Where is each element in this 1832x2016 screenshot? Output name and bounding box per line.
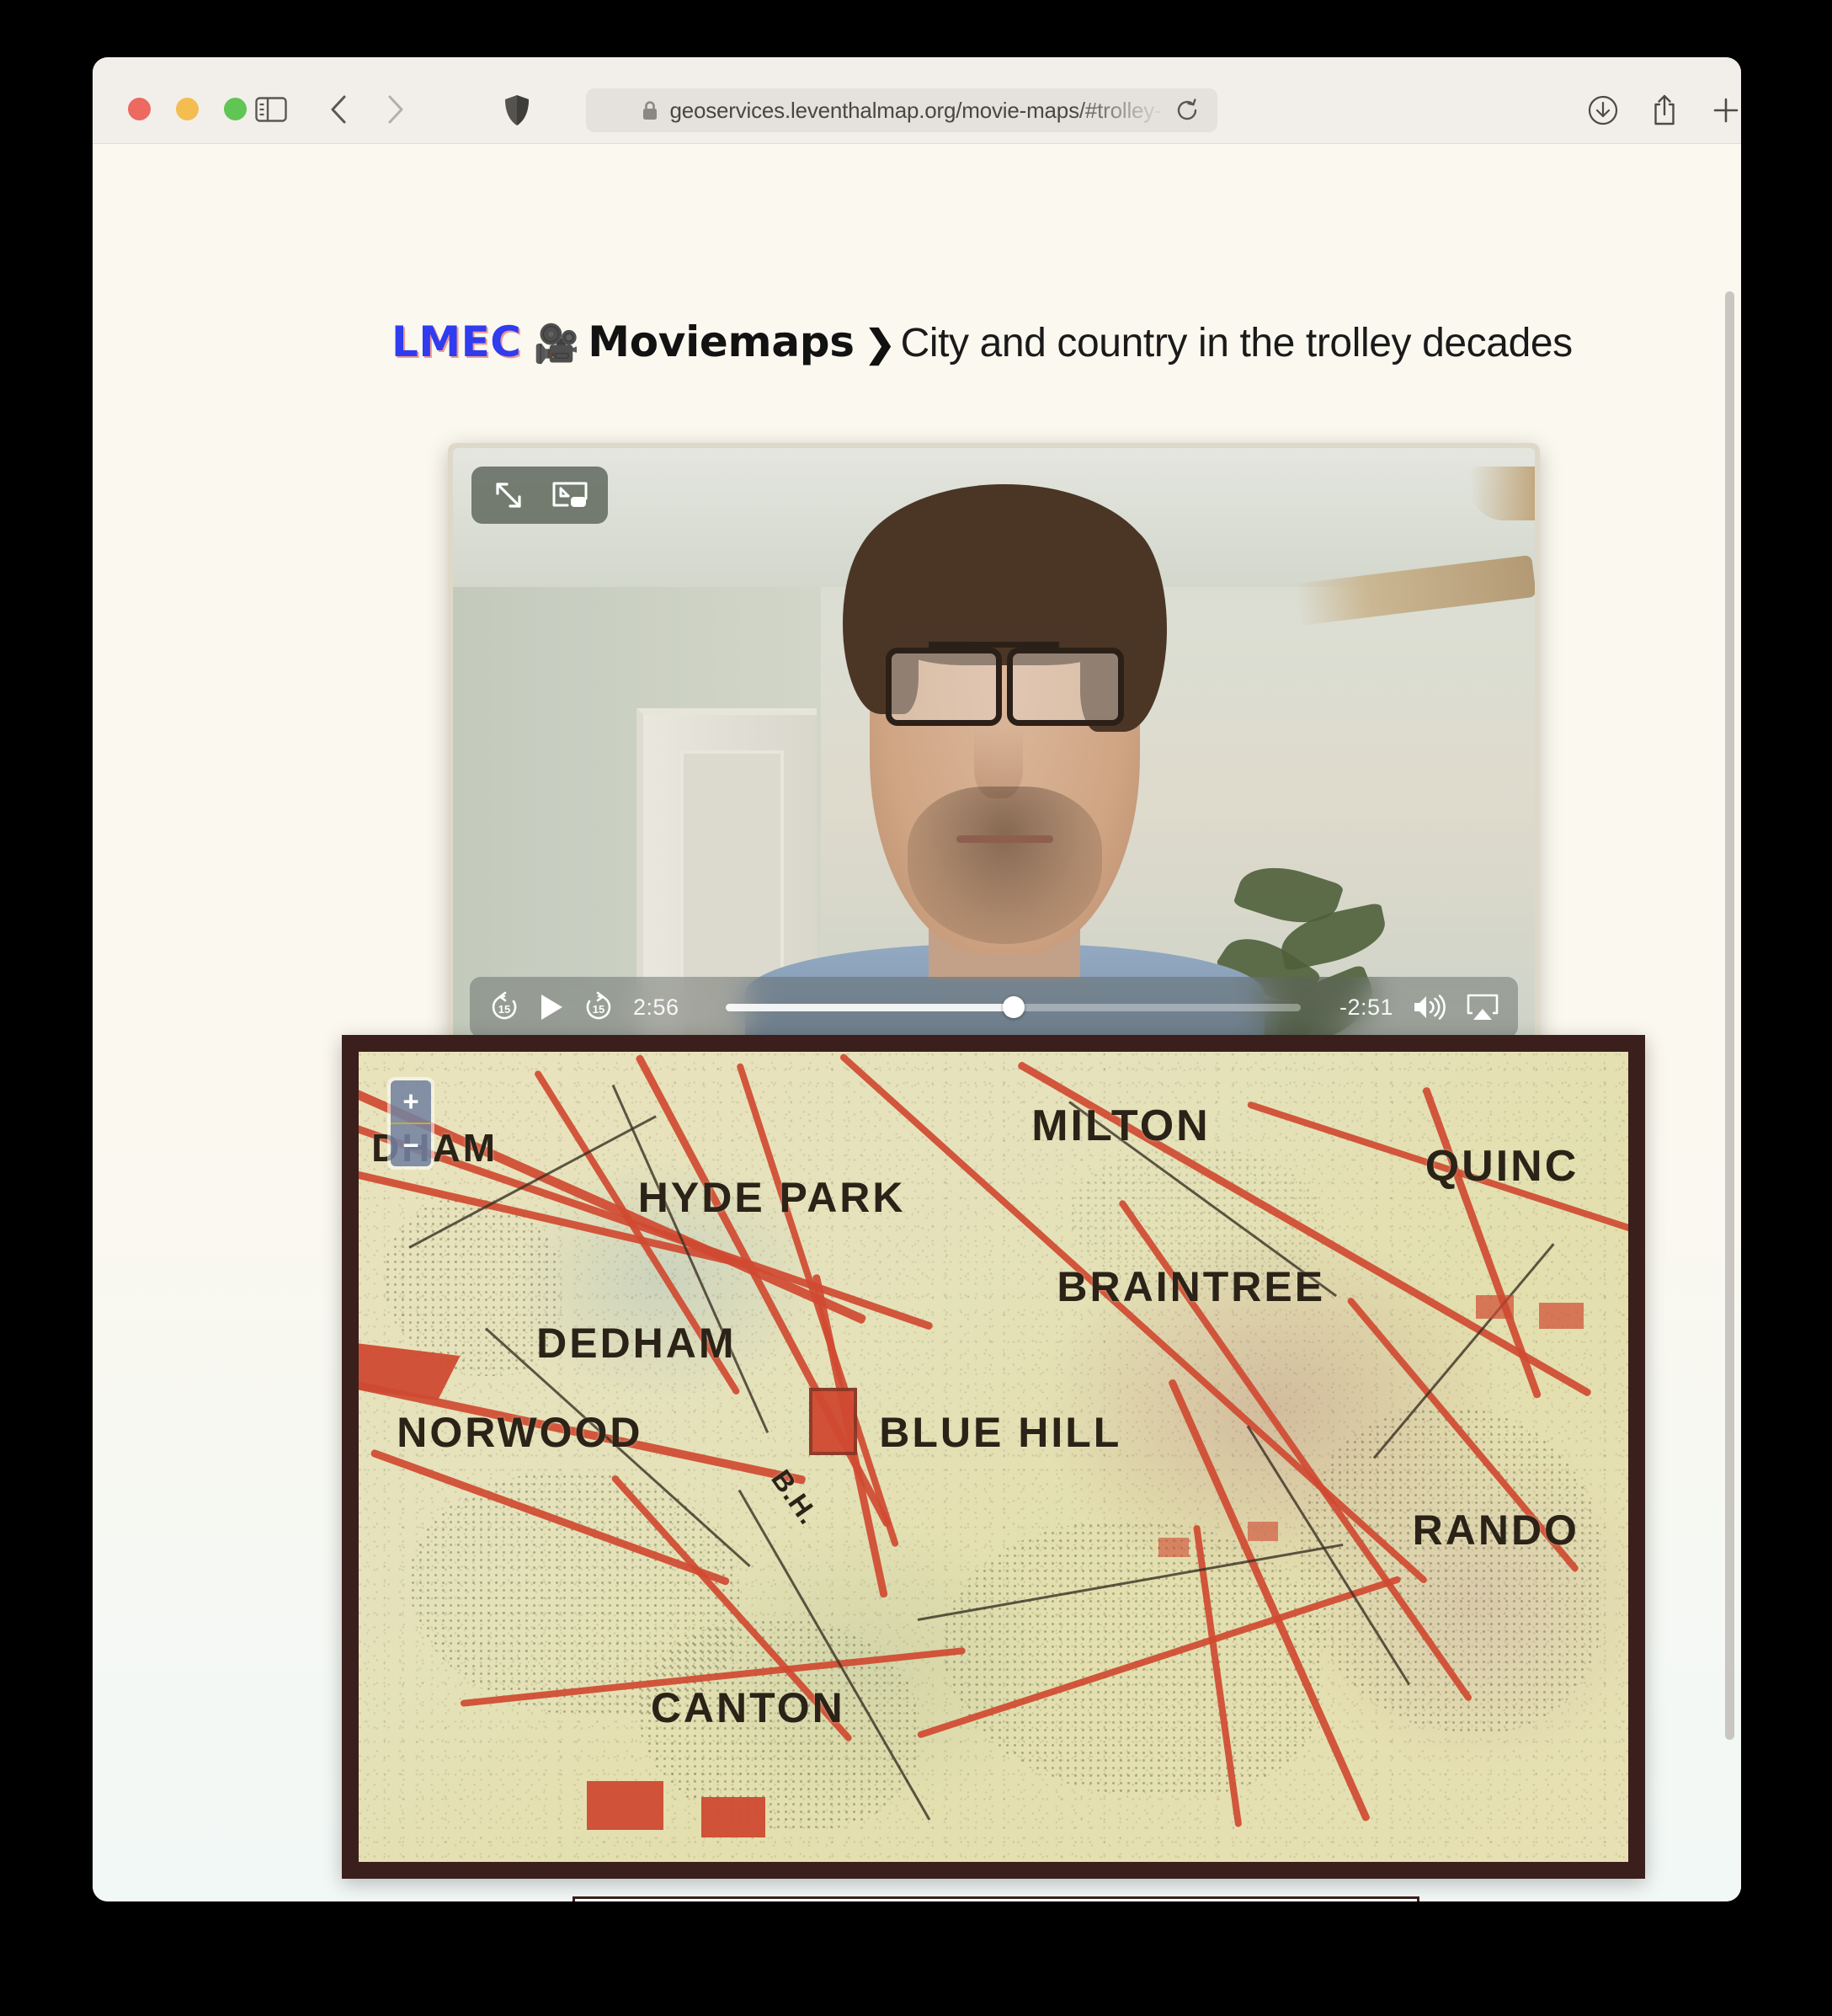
address-bar-text: geoservices.leventhalmap.org/movie-maps/… [669,97,1162,123]
map-label: MILTON [1031,1101,1211,1150]
play-icon[interactable] [539,993,564,1021]
video-scene [453,448,1535,1053]
window-controls [128,98,247,120]
screenshot-root: geoservices.leventhalmap.org/movie-maps/… [0,0,1832,2016]
map-zoom-in-button[interactable]: + [391,1080,431,1124]
map-label: CANTON [650,1684,845,1732]
lmec-brand[interactable]: LMEC [391,317,521,366]
video-frame[interactable]: 15 15 2:56 -2:51 [453,448,1535,1053]
movie-camera-icon: 🎥 [533,323,580,365]
page-content: LMEC 🎥 Moviemaps ❯ City and country in t… [93,144,1741,1901]
skip-back-15-icon[interactable]: 15 [488,991,520,1023]
sidebar-icon[interactable] [253,93,290,126]
map-zoom-controls[interactable]: + − [387,1077,434,1170]
maximize-window-button[interactable] [224,98,247,120]
lock-icon [642,100,658,121]
page-title: City and country in the trolley decades [900,321,1574,365]
shield-icon[interactable] [500,93,534,128]
scrollbar-thumb[interactable] [1725,291,1734,1740]
download-icon[interactable] [1584,93,1622,128]
video-progress-slider[interactable] [726,996,1301,1018]
chevron-right-icon: ❯ [864,323,896,365]
map-hint-callout: ✋You can pan and zoom around at any time… [572,1896,1419,1901]
map-container[interactable]: DHAM MILTON QUINC HYDE PARK BRAINTREE DE… [342,1035,1645,1879]
reload-icon[interactable] [1175,88,1199,132]
current-time: 2:56 [633,994,679,1020]
browser-window: geoservices.leventhalmap.org/movie-maps/… [93,57,1741,1901]
video-player[interactable]: 15 15 2:56 -2:51 [448,443,1540,1058]
browser-toolbar: geoservices.leventhalmap.org/movie-maps/… [93,57,1741,144]
video-overlay-controls[interactable] [471,467,608,524]
volume-icon[interactable] [1412,993,1447,1021]
map-label: NORWOOD [397,1409,643,1457]
skip-forward-15-icon[interactable]: 15 [583,991,615,1023]
fullscreen-icon[interactable] [492,478,525,512]
address-bar[interactable]: geoservices.leventhalmap.org/movie-maps/… [586,88,1217,132]
new-tab-icon[interactable] [1707,93,1741,128]
share-icon[interactable] [1646,93,1683,128]
svg-text:15: 15 [593,1003,604,1016]
progress-filled [726,1003,1014,1011]
map-zoom-out-button[interactable]: − [391,1124,431,1166]
map-label: RANDO [1412,1506,1579,1554]
forward-icon[interactable] [379,93,413,126]
site-name[interactable]: Moviemaps [588,317,855,366]
svg-text:15: 15 [498,1003,510,1016]
remaining-time: -2:51 [1339,994,1393,1020]
back-icon[interactable] [322,93,355,126]
video-controls-bar[interactable]: 15 15 2:56 -2:51 [470,977,1518,1037]
map-label: HYDE PARK [637,1174,906,1222]
map-label: DEDHAM [536,1320,737,1368]
minimize-window-button[interactable] [176,98,199,120]
airplay-icon[interactable] [1466,993,1499,1021]
map-label: QUINC [1425,1141,1579,1191]
page-scrollbar[interactable] [1725,291,1734,1740]
map-label: BRAINTREE [1057,1263,1326,1311]
close-window-button[interactable] [128,98,151,120]
map-label: BLUE HILL [879,1409,1122,1457]
picture-in-picture-icon[interactable] [551,480,588,510]
breadcrumb: LMEC 🎥 Moviemaps ❯ City and country in t… [391,317,1573,366]
glasses [886,647,1124,726]
progress-knob[interactable] [1002,996,1025,1018]
map-viewport[interactable]: DHAM MILTON QUINC HYDE PARK BRAINTREE DE… [359,1052,1628,1862]
